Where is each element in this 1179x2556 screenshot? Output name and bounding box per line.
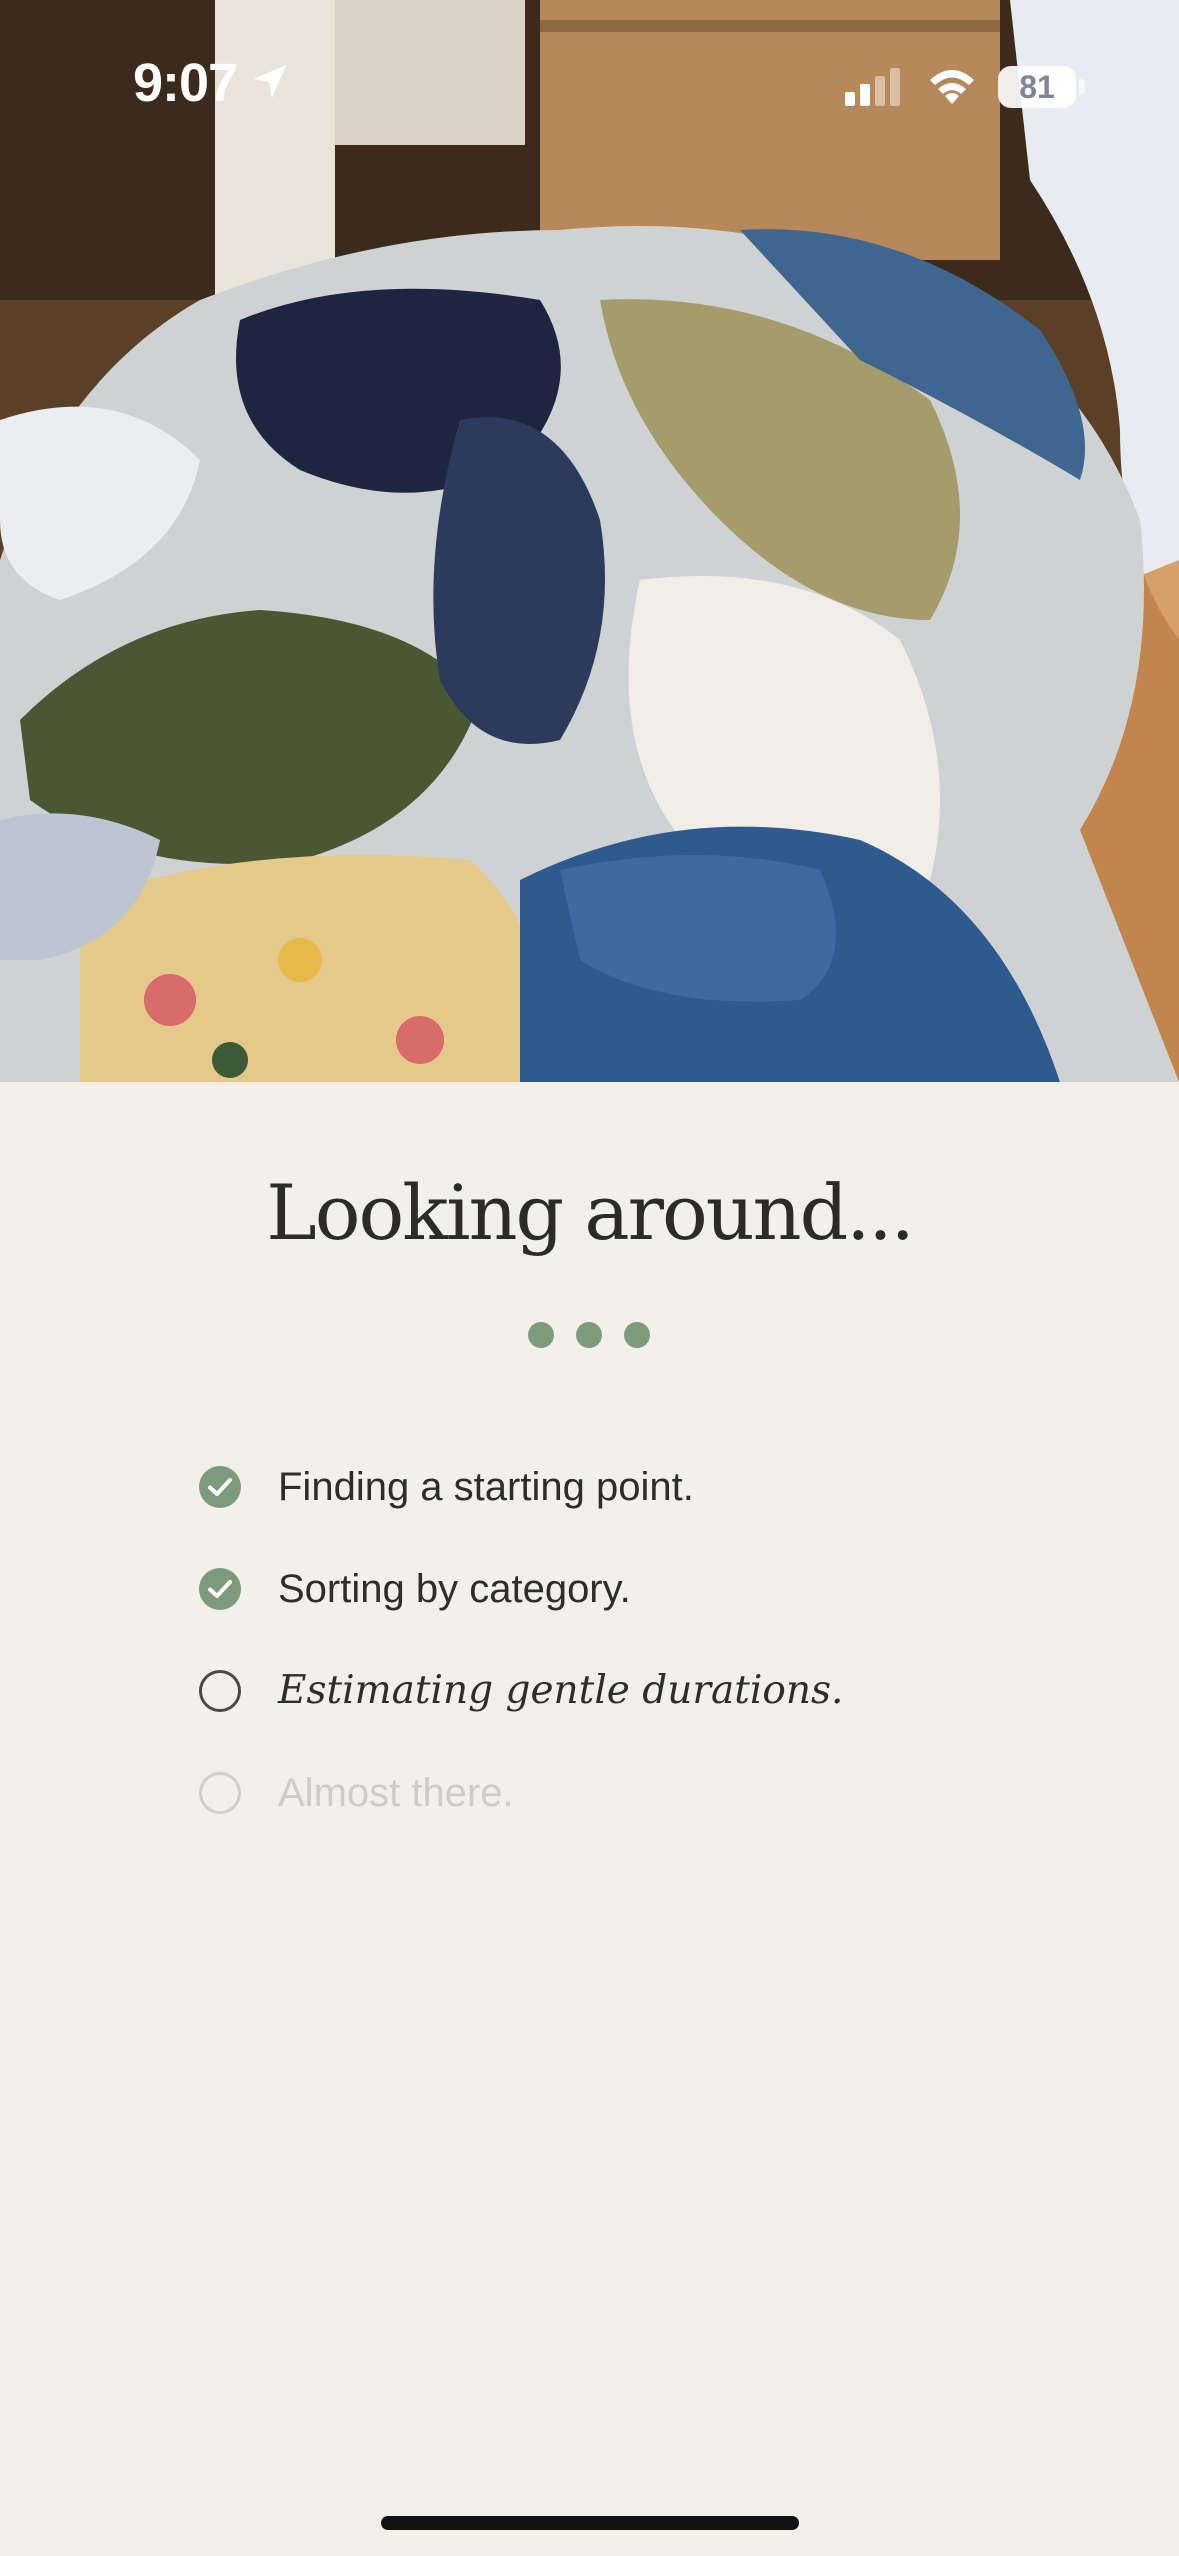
step-label: Sorting by category.	[278, 1567, 631, 1611]
page-title: Looking around...	[266, 1168, 915, 1257]
loading-dot	[576, 1322, 602, 1348]
status-time: 9:07	[133, 53, 238, 113]
loading-dot	[528, 1322, 554, 1348]
battery-cap	[1079, 79, 1085, 95]
status-bar: 9:07 81	[0, 0, 1179, 170]
battery-icon: 81	[998, 66, 1076, 108]
empty-circle-icon	[199, 1670, 241, 1712]
home-indicator[interactable]	[381, 2516, 799, 2530]
step-label: Finding a starting point.	[278, 1465, 694, 1509]
loading-dot	[624, 1322, 650, 1348]
check-circle-icon	[199, 1568, 241, 1610]
location-arrow-icon	[254, 65, 286, 98]
check-circle-icon	[199, 1466, 241, 1508]
step-label: Estimating gentle durations.	[278, 1668, 844, 1713]
step-label: Almost there.	[278, 1771, 514, 1815]
loading-dots	[528, 1322, 652, 1350]
wifi-icon	[930, 70, 974, 104]
battery-level: 81	[1019, 69, 1055, 105]
empty-circle-icon	[199, 1772, 241, 1814]
cellular-signal-icon	[845, 68, 900, 106]
